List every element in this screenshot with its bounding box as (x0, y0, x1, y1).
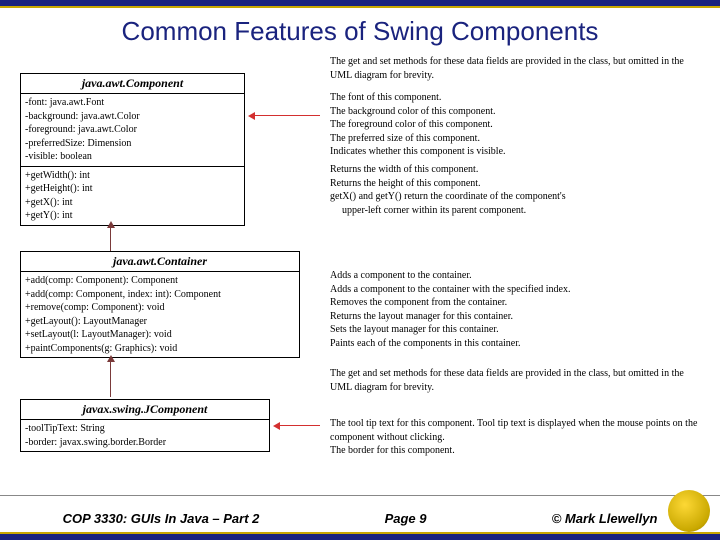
method: +getY(): int (25, 209, 240, 223)
uml-component: java.awt.Component -font: java.awt.Font … (20, 73, 245, 226)
arrow-red-icon (275, 425, 320, 426)
uml-container: java.awt.Container +add(comp: Component)… (20, 251, 300, 358)
method: +getWidth(): int (25, 169, 240, 183)
gold-top-line (0, 6, 720, 8)
method: +paintComponents(g: Graphics): void (25, 342, 295, 356)
footer: COP 3330: GUIs In Java – Part 2 Page 9 ©… (0, 511, 720, 526)
jcomponent-field-desc: The tool tip text for this component. To… (330, 417, 700, 458)
desc-line: The font of this component. (330, 91, 506, 105)
desc-line: Returns the height of this component. (330, 177, 566, 191)
field: -font: java.awt.Font (25, 96, 240, 110)
jcomponent-note: The get and set methods for these data f… (330, 367, 700, 394)
footer-divider (0, 495, 720, 496)
desc-line: Returns the layout manager for this cont… (330, 310, 571, 324)
method: +add(comp: Component, index: int): Compo… (25, 288, 295, 302)
desc-line: The foreground color of this component. (330, 118, 506, 132)
uml-container-name: java.awt.Container (21, 252, 299, 272)
footer-copyright: © Mark Llewellyn (552, 511, 658, 526)
content-area: java.awt.Component -font: java.awt.Font … (10, 55, 710, 490)
ucf-logo-icon (668, 490, 710, 532)
method: +getX(): int (25, 196, 240, 210)
component-method-desc: Returns the width of this component. Ret… (330, 163, 566, 217)
slide-title: Common Features of Swing Components (0, 16, 720, 47)
uml-component-name: java.awt.Component (21, 74, 244, 94)
field: -background: java.awt.Color (25, 110, 240, 124)
uml-jcomponent-name: javax.swing.JComponent (21, 400, 269, 420)
desc-line: The preferred size of this component. (330, 132, 506, 146)
inheritance-arrow-icon (110, 223, 111, 251)
uml-jcomponent: javax.swing.JComponent -toolTipText: Str… (20, 399, 270, 452)
method: +setLayout(l: LayoutManager): void (25, 328, 295, 342)
method: +remove(comp: Component): void (25, 301, 295, 315)
desc-line: Indicates whether this component is visi… (330, 145, 506, 159)
field: -foreground: java.awt.Color (25, 123, 240, 137)
desc-line: getX() and getY() return the coordinate … (330, 190, 566, 204)
desc-line: Removes the component from the container… (330, 296, 571, 310)
inheritance-arrow-icon (110, 357, 111, 397)
component-note: The get and set methods for these data f… (330, 55, 700, 82)
method: +add(comp: Component): Component (25, 274, 295, 288)
desc-line: upper-left corner within its parent comp… (330, 204, 566, 218)
desc-line: The tool tip text for this component. To… (330, 417, 700, 444)
footer-course: COP 3330: GUIs In Java – Part 2 (63, 511, 260, 526)
field: -border: javax.swing.border.Border (25, 436, 265, 450)
container-method-desc: Adds a component to the container. Adds … (330, 269, 571, 350)
desc-line: The background color of this component. (330, 105, 506, 119)
desc-line: The border for this component. (330, 444, 700, 458)
desc-line: Sets the layout manager for this contain… (330, 323, 571, 337)
bottom-border (0, 534, 720, 540)
footer-page: Page 9 (385, 511, 427, 526)
field: -preferredSize: Dimension (25, 137, 240, 151)
desc-line: Paints each of the components in this co… (330, 337, 571, 351)
field: -toolTipText: String (25, 422, 265, 436)
arrow-red-icon (250, 115, 320, 116)
desc-line: Returns the width of this component. (330, 163, 566, 177)
field: -visible: boolean (25, 150, 240, 164)
desc-line: Adds a component to the container. (330, 269, 571, 283)
desc-line: Adds a component to the container with t… (330, 283, 571, 297)
method: +getLayout(): LayoutManager (25, 315, 295, 329)
component-field-desc: The font of this component. The backgrou… (330, 91, 506, 159)
method: +getHeight(): int (25, 182, 240, 196)
